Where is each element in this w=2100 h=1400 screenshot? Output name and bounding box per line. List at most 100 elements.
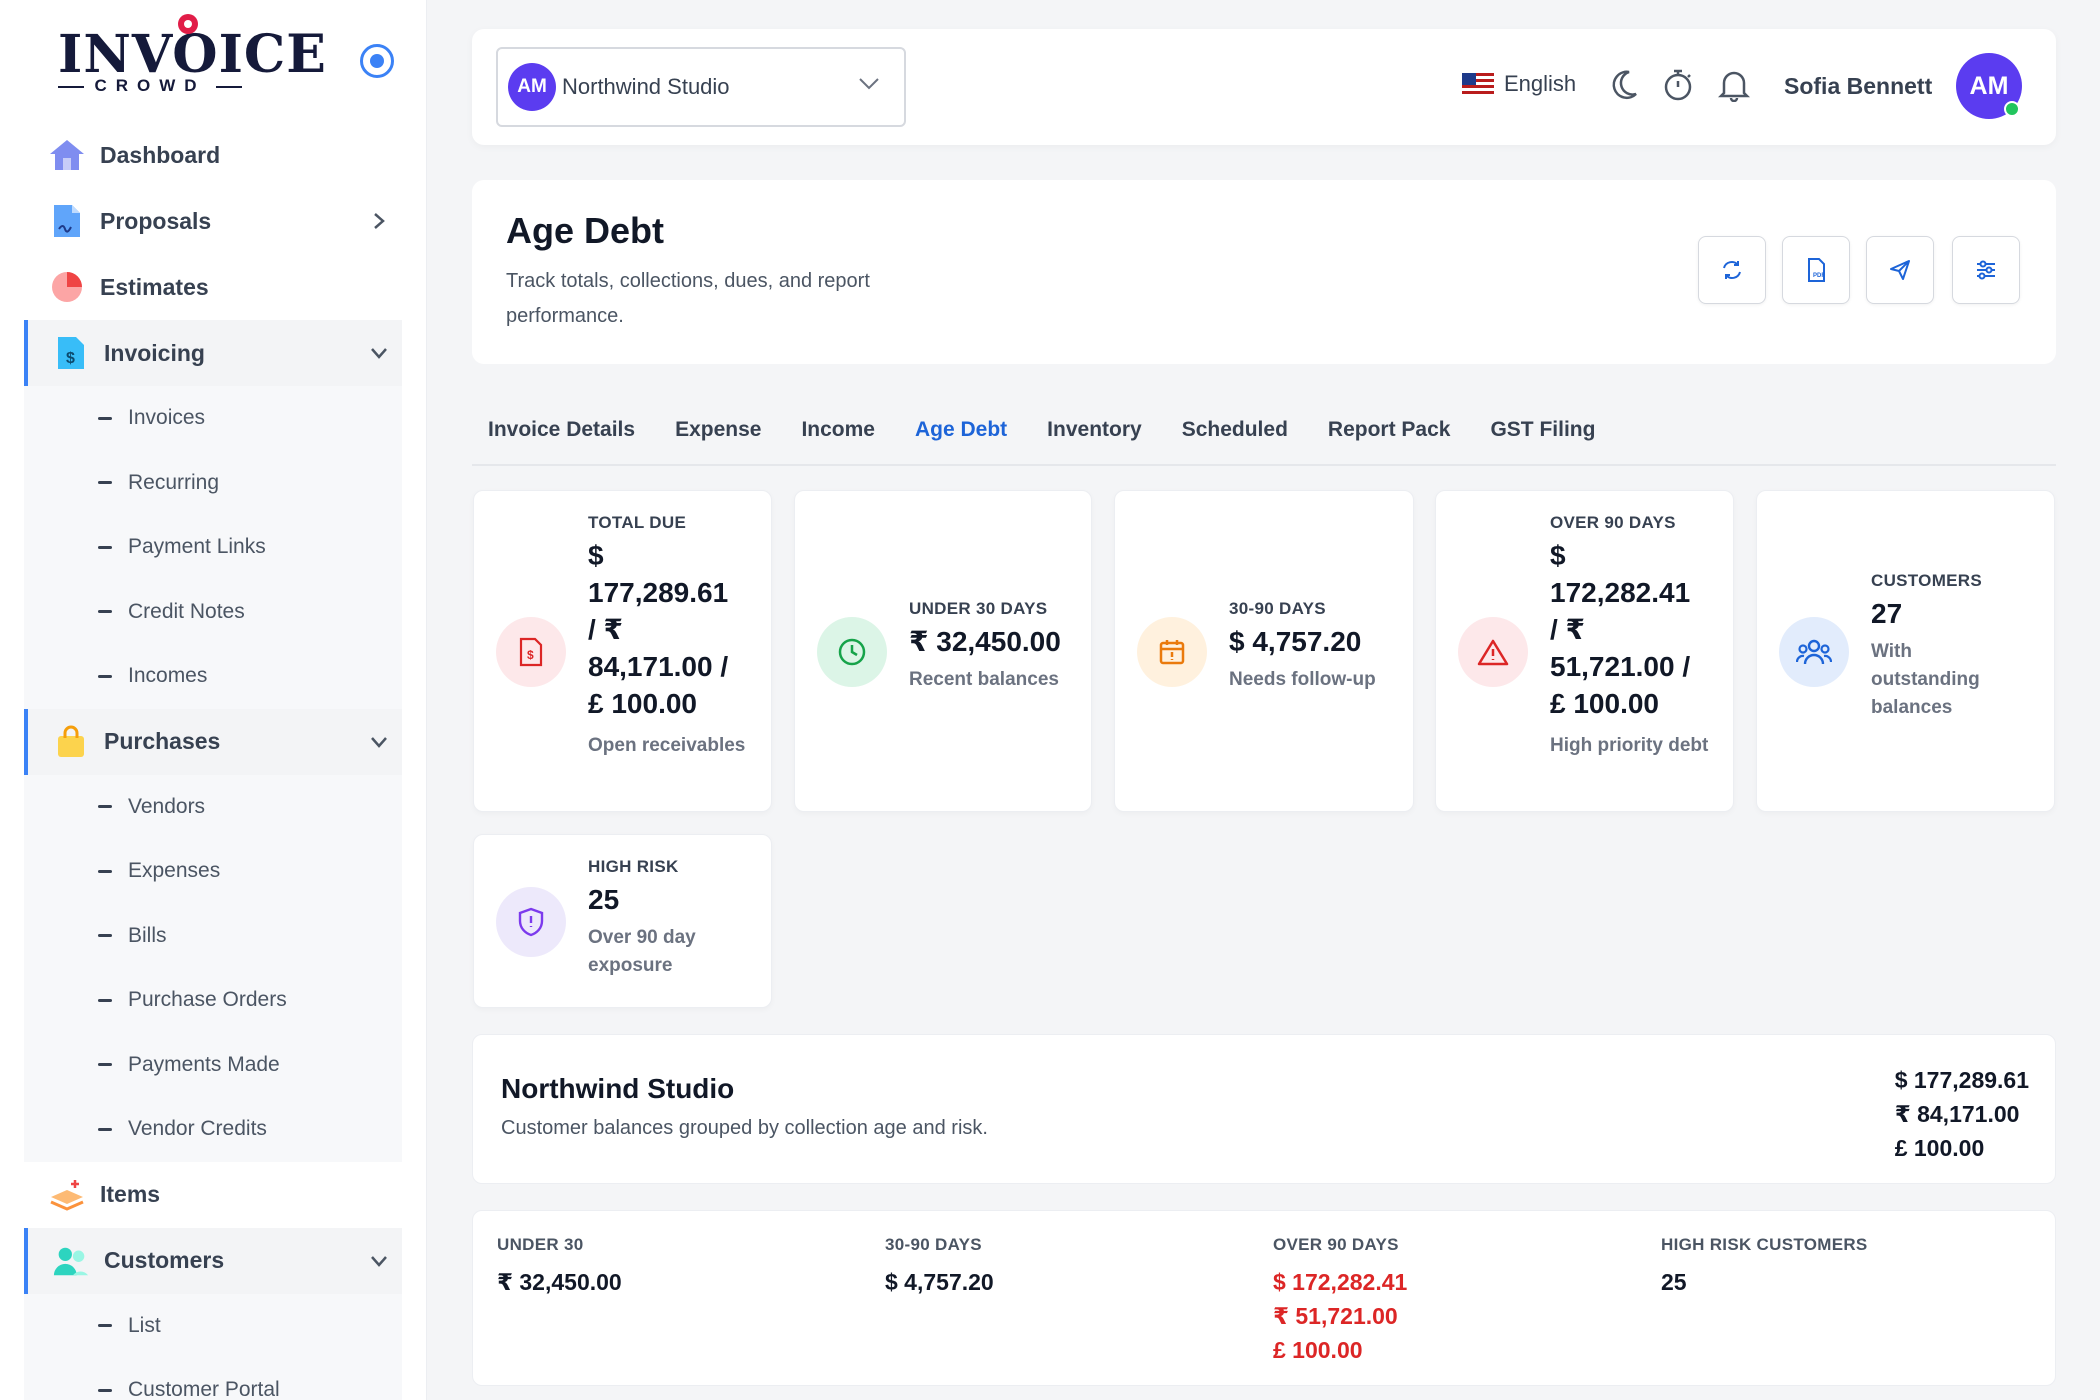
value-line: £ 100.00 bbox=[1273, 1337, 1363, 1363]
stat-label: UNDER 30 DAYS bbox=[909, 599, 1048, 618]
organization-summary: Northwind Studio Customer balances group… bbox=[472, 1034, 2056, 1184]
svg-text:PDF: PDF bbox=[1813, 273, 1825, 279]
value-line: $ bbox=[1550, 540, 1566, 571]
subitem-label: List bbox=[128, 1313, 161, 1337]
tab-age-debt[interactable]: Age Debt bbox=[899, 400, 1007, 464]
page-header: Age Debt Track totals, collections, dues… bbox=[472, 180, 2056, 364]
sidebar-item-estimates[interactable]: Estimates bbox=[24, 254, 402, 320]
sidebar-item-proposals[interactable]: Proposals bbox=[24, 188, 402, 254]
subitem-label: Expenses bbox=[128, 859, 221, 883]
sidebar-toggle-button[interactable] bbox=[360, 44, 394, 78]
stat-card-high-risk: HIGH RISK 25 Over 90 day exposure bbox=[473, 834, 772, 1008]
sidebar-subitem-list[interactable]: List bbox=[24, 1294, 402, 1359]
sidebar-subitem-bills[interactable]: Bills bbox=[24, 904, 402, 969]
subitem-label: Vendors bbox=[128, 794, 206, 818]
home-icon bbox=[48, 136, 86, 174]
dash-icon bbox=[98, 1388, 112, 1392]
chevron-down-icon bbox=[368, 342, 390, 364]
bell-icon[interactable] bbox=[1716, 67, 1752, 103]
sidebar-item-items[interactable]: Items bbox=[24, 1162, 402, 1228]
users-icon bbox=[52, 1242, 90, 1280]
sidebar-subitem-expenses[interactable]: Expenses bbox=[24, 839, 402, 904]
sidebar-subitem-customer-portal[interactable]: Customer Portal bbox=[24, 1358, 402, 1400]
sidebar-subitem-credit-notes[interactable]: Credit Notes bbox=[24, 580, 402, 645]
stat-value: $ 172,282.41 / ₹ 51,721.00 / £ 100.00 bbox=[1550, 537, 1720, 722]
sidebar-item-customers[interactable]: Customers bbox=[24, 1227, 402, 1294]
stat-label: TOTAL DUE bbox=[588, 513, 687, 532]
bucket-over-90-days: OVER 90 DAYS $ 172,282.41 ₹ 51,721.00 £ … bbox=[1273, 1235, 1407, 1367]
stopwatch-icon[interactable] bbox=[1660, 67, 1696, 103]
stat-note: With outstanding balances bbox=[1871, 641, 1980, 718]
stat-note: Recent balances bbox=[909, 669, 1059, 690]
subitem-label: Credit Notes bbox=[128, 599, 245, 623]
refresh-button[interactable] bbox=[1698, 236, 1766, 304]
subitem-label: Customer Portal bbox=[128, 1378, 280, 1400]
org-avatar: AM bbox=[508, 63, 556, 111]
stat-label: CUSTOMERS bbox=[1871, 571, 1983, 590]
language-label: English bbox=[1504, 71, 1577, 96]
sidebar-subitem-purchase-orders[interactable]: Purchase Orders bbox=[24, 968, 402, 1033]
sidebar-item-label: Invoicing bbox=[104, 339, 205, 366]
dash-icon bbox=[98, 481, 112, 485]
org-name: Northwind Studio bbox=[562, 74, 730, 99]
top-bar: AM Northwind Studio English Sofia Bennet… bbox=[472, 29, 2056, 145]
bucket-high-risk-customers: HIGH RISK CUSTOMERS 25 bbox=[1661, 1235, 1868, 1299]
tab-invoice-details[interactable]: Invoice Details bbox=[472, 400, 635, 464]
language-selector[interactable]: English bbox=[1462, 71, 1576, 97]
org-summary-totals: $ 177,289.61 ₹ 84,171.00 £ 100.00 bbox=[1895, 1063, 2029, 1165]
user-name[interactable]: Sofia Bennett bbox=[1784, 73, 1932, 100]
sidebar-subitem-vendors[interactable]: Vendors bbox=[24, 775, 402, 840]
export-pdf-button[interactable]: PDF bbox=[1782, 236, 1850, 304]
customers-submenu: List Customer Portal bbox=[24, 1293, 402, 1400]
subitem-label: Vendor Credits bbox=[128, 1117, 267, 1141]
sliders-icon bbox=[1977, 260, 1995, 280]
bucket-value: $ 172,282.41 ₹ 51,721.00 £ 100.00 bbox=[1273, 1265, 1407, 1367]
clock-icon bbox=[817, 617, 887, 687]
dash-icon bbox=[98, 674, 112, 678]
layers-icon bbox=[48, 1176, 86, 1214]
sidebar-subitem-recurring[interactable]: Recurring bbox=[24, 451, 402, 516]
stat-value: 27 bbox=[1871, 598, 1903, 629]
sidebar-subitem-payments-made[interactable]: Payments Made bbox=[24, 1033, 402, 1098]
bucket-label: UNDER 30 bbox=[497, 1235, 584, 1254]
organization-select[interactable]: AM Northwind Studio bbox=[496, 47, 906, 127]
tab-scheduled[interactable]: Scheduled bbox=[1166, 400, 1288, 464]
stat-value: $ 4,757.20 bbox=[1229, 626, 1362, 657]
sidebar-nav: Dashboard Proposals Estimates $ Invoicin… bbox=[24, 122, 402, 1400]
sidebar-item-dashboard[interactable]: Dashboard bbox=[24, 122, 402, 188]
stat-card-customers: CUSTOMERS 27 With outstanding balances bbox=[1756, 490, 2055, 812]
chevron-down-icon bbox=[368, 1250, 390, 1272]
filter-settings-button[interactable] bbox=[1952, 236, 2020, 304]
sidebar-item-purchases[interactable]: Purchases bbox=[24, 708, 402, 775]
sidebar-subitem-payment-links[interactable]: Payment Links bbox=[24, 515, 402, 580]
app-logo[interactable]: INVOICE CROWD bbox=[58, 14, 326, 98]
tab-inventory[interactable]: Inventory bbox=[1031, 400, 1142, 464]
stat-note: Open receivables bbox=[588, 735, 746, 756]
bucket-value: $ 4,757.20 bbox=[885, 1269, 994, 1295]
send-button[interactable] bbox=[1866, 236, 1934, 304]
sidebar-item-invoicing[interactable]: $ Invoicing bbox=[24, 320, 402, 386]
value-line: $ 172,282.41 bbox=[1273, 1269, 1408, 1295]
moon-icon[interactable] bbox=[1606, 67, 1642, 103]
dash-icon bbox=[98, 869, 112, 873]
sidebar-subitem-invoices[interactable]: Invoices bbox=[24, 386, 402, 451]
value-line: 84,171.00 / bbox=[588, 651, 729, 682]
tab-income[interactable]: Income bbox=[785, 400, 875, 464]
stat-value: $ 177,289.61 / ₹ 84,171.00 / £ 100.00 bbox=[588, 537, 758, 722]
sidebar-subitem-vendor-credits[interactable]: Vendor Credits bbox=[24, 1097, 402, 1162]
sidebar-item-label: Proposals bbox=[100, 207, 212, 234]
invoice-icon: $ bbox=[496, 617, 566, 687]
invoice-dollar-icon: $ bbox=[52, 334, 90, 372]
stat-note: Over 90 day exposure bbox=[588, 927, 696, 976]
bucket-label: 30-90 DAYS bbox=[885, 1235, 982, 1254]
logo-subtext: CROWD bbox=[94, 76, 206, 95]
subitem-label: Payment Links bbox=[128, 535, 266, 559]
tab-expense[interactable]: Expense bbox=[659, 400, 761, 464]
pdf-icon: PDF bbox=[1808, 258, 1825, 282]
tab-gst-filing[interactable]: GST Filing bbox=[1474, 400, 1595, 464]
stat-label: 30-90 DAYS bbox=[1229, 599, 1326, 618]
tab-report-pack[interactable]: Report Pack bbox=[1312, 400, 1451, 464]
total-line: £ 100.00 bbox=[1894, 1135, 1985, 1161]
sidebar-subitem-incomes[interactable]: Incomes bbox=[24, 644, 402, 709]
value-line: ₹ 51,721.00 bbox=[1273, 1303, 1398, 1329]
